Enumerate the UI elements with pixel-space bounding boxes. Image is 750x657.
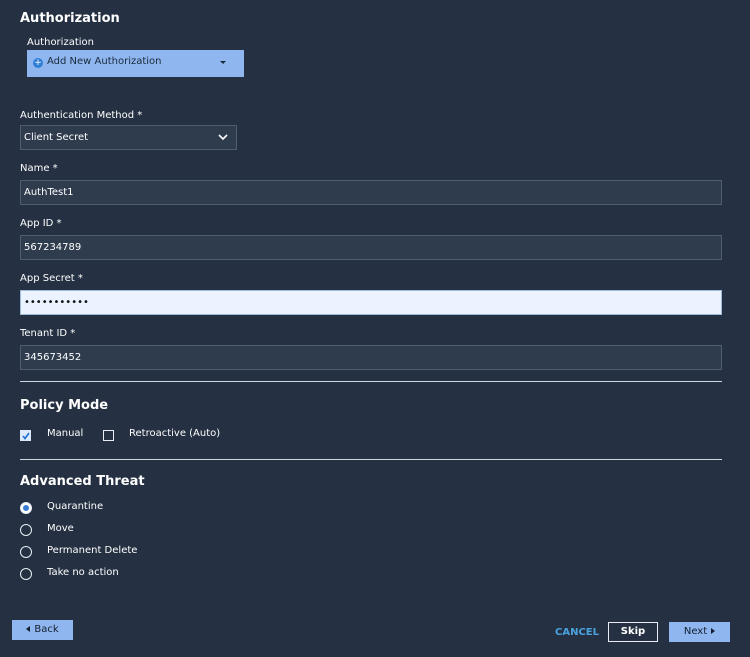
cancel-button[interactable]: CANCEL <box>555 627 599 638</box>
app-secret-input[interactable]: ••••••••••• <box>20 290 722 315</box>
next-label: Next <box>683 626 708 637</box>
quarantine-radio[interactable] <box>20 502 32 514</box>
advanced-threat-title: Advanced Threat <box>20 474 145 489</box>
tenant-id-label: Tenant ID * <box>20 328 76 339</box>
move-label: Move <box>47 523 74 534</box>
authorization-section-title: Authorization <box>20 11 120 26</box>
caret-right-icon <box>711 628 716 634</box>
caret-down-icon <box>220 61 226 64</box>
section-divider <box>20 459 722 460</box>
section-divider <box>20 381 722 382</box>
authorization-field-label: Authorization <box>27 37 94 48</box>
take-no-action-radio[interactable] <box>20 568 32 580</box>
manual-label: Manual <box>47 428 84 439</box>
auth-method-label: Authentication Method * <box>20 110 143 121</box>
manual-checkbox[interactable] <box>20 430 31 441</box>
caret-left-icon <box>26 626 31 632</box>
permanent-delete-radio[interactable] <box>20 546 32 558</box>
policy-mode-title: Policy Mode <box>20 398 109 413</box>
auth-method-select[interactable]: Client Secret <box>20 125 237 150</box>
skip-button[interactable]: Skip <box>608 622 658 642</box>
move-radio[interactable] <box>20 524 32 536</box>
app-id-input[interactable]: 567234789 <box>20 235 722 260</box>
retroactive-label: Retroactive (Auto) <box>129 428 221 439</box>
name-input[interactable]: AuthTest1 <box>20 180 722 205</box>
chevron-down-icon <box>218 134 228 141</box>
auth-method-value: Client Secret <box>24 132 89 143</box>
app-id-label: App ID * <box>20 218 62 229</box>
permanent-delete-label: Permanent Delete <box>47 545 138 556</box>
plus-circle-icon: + <box>33 58 43 68</box>
name-label: Name * <box>20 163 58 174</box>
tenant-id-input[interactable]: 345673452 <box>20 345 722 370</box>
checkmark-icon <box>22 432 30 440</box>
back-label: Back <box>34 624 59 635</box>
quarantine-label: Quarantine <box>47 501 104 512</box>
take-no-action-label: Take no action <box>47 567 119 578</box>
app-secret-label: App Secret * <box>20 273 83 284</box>
add-authorization-dropdown[interactable]: + Add New Authorization <box>27 50 244 77</box>
next-button[interactable]: Next <box>669 622 730 642</box>
add-authorization-label: Add New Authorization <box>47 56 162 67</box>
back-button[interactable]: Back <box>12 620 73 640</box>
retroactive-checkbox[interactable] <box>103 430 114 441</box>
